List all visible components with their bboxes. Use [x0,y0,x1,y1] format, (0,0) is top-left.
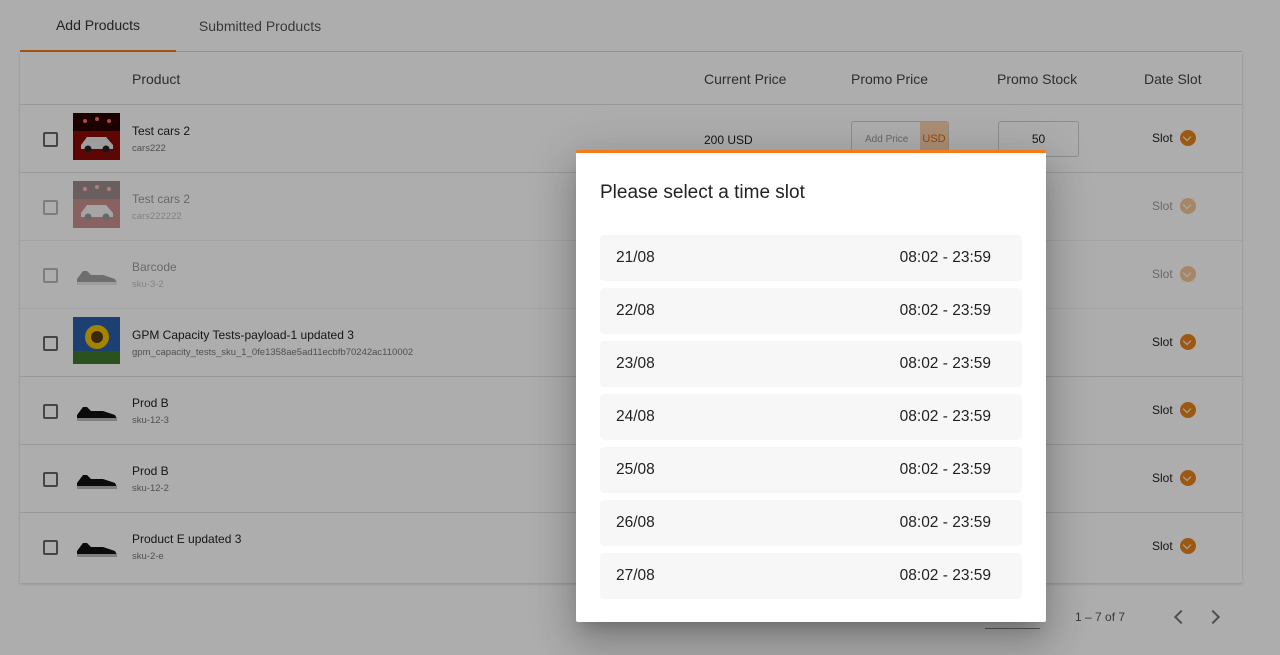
slot-time: 08:02 - 23:59 [899,302,991,319]
dialog-title: Please select a time slot [600,182,805,203]
time-slot-option[interactable]: 25/08 08:02 - 23:59 [600,447,1022,493]
slot-time: 08:02 - 23:59 [899,355,991,372]
slot-date: 22/08 [616,302,655,319]
slot-time: 08:02 - 23:59 [899,461,991,478]
slot-date: 23/08 [616,355,655,372]
time-slot-option[interactable]: 21/08 08:02 - 23:59 [600,235,1022,281]
slot-time: 08:02 - 23:59 [899,408,991,425]
time-slot-option[interactable]: 26/08 08:02 - 23:59 [600,500,1022,546]
time-slot-option[interactable]: 23/08 08:02 - 23:59 [600,341,1022,387]
slot-time: 08:02 - 23:59 [899,249,991,266]
time-slot-dialog: Please select a time slot 21/08 08:02 - … [576,150,1046,622]
slot-time: 08:02 - 23:59 [899,567,991,584]
time-slot-option[interactable]: 24/08 08:02 - 23:59 [600,394,1022,440]
slot-date: 24/08 [616,408,655,425]
time-slot-option[interactable]: 27/08 08:02 - 23:59 [600,553,1022,599]
slot-date: 26/08 [616,514,655,531]
slot-date: 21/08 [616,249,655,266]
time-slot-option[interactable]: 22/08 08:02 - 23:59 [600,288,1022,334]
slot-date: 27/08 [616,567,655,584]
slot-date: 25/08 [616,461,655,478]
slot-time: 08:02 - 23:59 [899,514,991,531]
